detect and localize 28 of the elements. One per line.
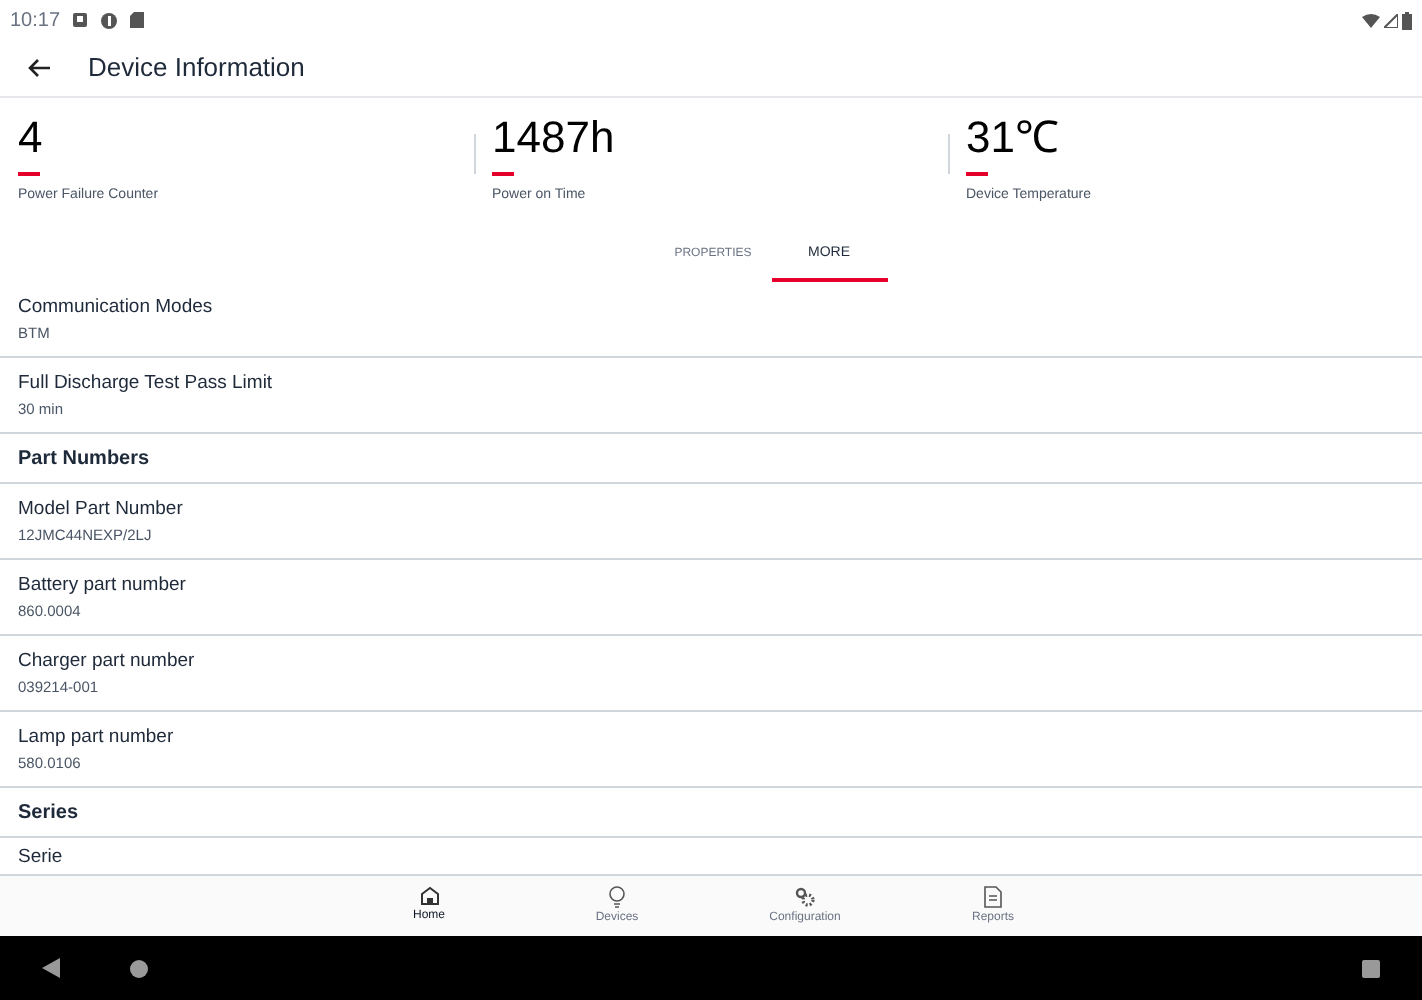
field-label: Battery part number <box>18 572 188 598</box>
home-circle-icon[interactable] <box>130 959 148 977</box>
field-label: Full Discharge Test Pass Limit <box>18 370 275 396</box>
home-icon <box>419 886 439 906</box>
field-label: Communication Modes <box>18 294 215 320</box>
signal-icon <box>1384 13 1398 27</box>
back-triangle-icon[interactable] <box>42 958 62 978</box>
recents-square-icon[interactable] <box>1362 959 1380 977</box>
gears-icon <box>794 885 816 907</box>
field-label: Lamp part number <box>18 724 176 750</box>
sd-card-icon <box>130 12 145 28</box>
section-header: Part Numbers <box>18 445 150 473</box>
stat-value: 1487h <box>492 114 615 162</box>
field-label: Model Part Number <box>18 496 185 522</box>
circle-icon <box>100 11 119 29</box>
document-icon <box>984 885 1002 907</box>
battery-icon <box>1402 11 1412 29</box>
field-label: Charger part number <box>18 648 197 674</box>
lightbulb-icon <box>608 885 626 907</box>
back-arrow-icon <box>28 58 52 78</box>
status-time: 10:17 <box>10 7 61 35</box>
page-title: Device Information <box>88 50 305 87</box>
notification-icon <box>72 12 89 28</box>
wifi-icon <box>1362 13 1380 27</box>
stat-value: 31℃ <box>966 114 1061 162</box>
stat-value: 4 <box>18 114 45 162</box>
section-header: Series <box>18 799 79 827</box>
field-label: Serie <box>18 843 65 869</box>
